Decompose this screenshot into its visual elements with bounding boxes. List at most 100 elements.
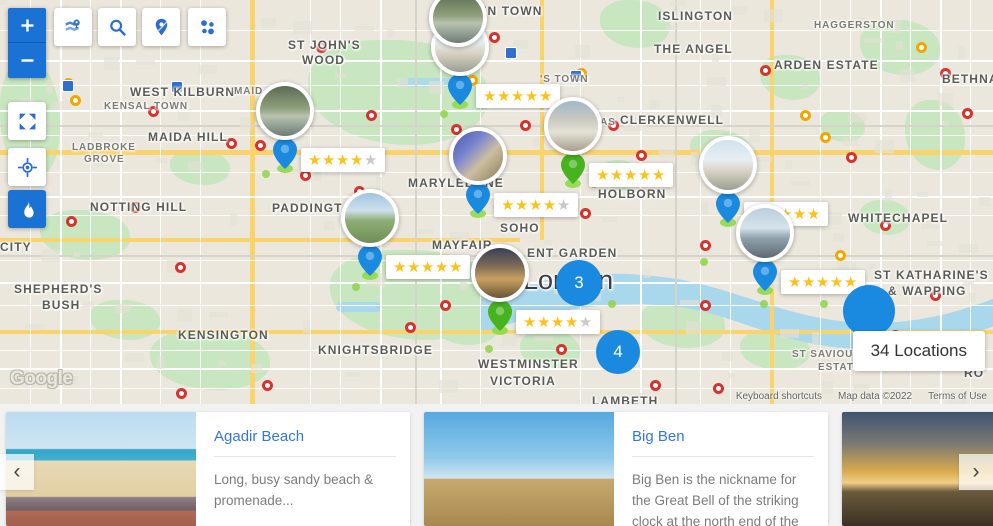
carousel-prev-button[interactable]: ‹ xyxy=(0,454,34,490)
tube-station-icon xyxy=(556,344,567,355)
map-label: SHEPHERD'S xyxy=(14,282,103,296)
star-icon: ★ xyxy=(514,197,529,214)
star-icon: ★ xyxy=(596,167,610,184)
keyboard-shortcuts-link[interactable]: Keyboard shortcuts xyxy=(736,391,822,402)
poi-photo xyxy=(345,193,395,243)
place-card-body: Agadir Beach Long, busy sandy beach & pro… xyxy=(196,412,410,526)
map-label: WHITECHAPEL xyxy=(848,211,949,225)
place-card-description: Big Ben is the nickname for the Great Be… xyxy=(632,472,799,526)
locate-icon xyxy=(17,157,37,177)
poi-rating: ★★★★★ xyxy=(301,148,385,172)
tube-station-icon xyxy=(175,262,186,273)
star-icon: ★ xyxy=(420,259,435,276)
star-icon: ★ xyxy=(637,167,652,184)
star-icon: ★ xyxy=(564,314,579,331)
star-icon: ★ xyxy=(308,152,322,169)
explore-icon xyxy=(65,19,80,31)
heat-dot xyxy=(700,258,708,266)
heatmap-button[interactable] xyxy=(8,190,46,228)
star-icon: ★ xyxy=(623,167,638,184)
map-data-text: Map data ©2022 xyxy=(838,391,913,402)
tube-station-icon xyxy=(636,150,647,161)
map-label: CLERKENWELL xyxy=(620,113,725,127)
map-label: MAIDA HILL xyxy=(148,130,228,144)
heat-dot xyxy=(440,110,448,118)
poi-thumbnail[interactable] xyxy=(341,189,399,247)
tube-station-icon xyxy=(405,322,416,333)
poi-thumbnail[interactable] xyxy=(471,244,529,302)
map-label: BUSH xyxy=(42,298,81,312)
map-pin-icon[interactable] xyxy=(273,138,297,169)
heat-dot xyxy=(485,345,493,353)
google-logo: Google xyxy=(10,368,73,389)
map-pin-icon[interactable] xyxy=(716,192,740,223)
star-icon: ★ xyxy=(349,152,364,169)
star-icon: ★ xyxy=(806,206,821,223)
map-label: WOOD xyxy=(302,53,346,67)
place-card-image xyxy=(6,412,196,526)
search-map-button[interactable] xyxy=(98,8,136,46)
zoom-out-button[interactable] xyxy=(8,43,46,78)
place-card[interactable]: Big Ben Big Ben is the nickname for the G… xyxy=(424,412,828,526)
place-card-title[interactable]: Big Ben xyxy=(632,428,814,457)
add-marker-button[interactable] xyxy=(142,8,180,46)
star-icon: ★ xyxy=(335,152,350,169)
poi-photo xyxy=(260,86,310,136)
poi-rating: ★★★★★ xyxy=(516,310,600,334)
poi-thumbnail[interactable] xyxy=(449,127,507,185)
poi-thumbnail[interactable] xyxy=(699,136,757,194)
tube-station-icon xyxy=(520,120,531,131)
star-icon: ★ xyxy=(542,197,557,214)
star-icon: ★ xyxy=(788,274,802,291)
carousel-next-button[interactable]: › xyxy=(959,454,993,490)
locations-count-badge[interactable]: 34 Locations xyxy=(852,331,985,371)
tube-station-icon xyxy=(760,65,771,76)
poi-thumbnail[interactable] xyxy=(544,97,602,155)
map-label: SOHO xyxy=(500,221,540,235)
star-icon: ★ xyxy=(609,167,624,184)
map-label: WEST KILBURN xyxy=(130,85,236,99)
explore-map-button[interactable] xyxy=(54,8,92,46)
map-label: ISLINGTON xyxy=(658,9,734,23)
heat-dot xyxy=(820,300,828,308)
map-pin-icon[interactable] xyxy=(448,74,472,105)
cluster-3[interactable]: 3 xyxy=(556,260,602,306)
poi-rating: ★★★★★ xyxy=(476,84,560,108)
star-icon: ★ xyxy=(524,88,539,105)
map-label: KENSAL TOWN xyxy=(104,101,188,112)
poi-thumbnail[interactable] xyxy=(736,204,794,262)
card-track: Agadir Beach Long, busy sandy beach & pro… xyxy=(0,412,993,526)
map-pin-icon[interactable] xyxy=(753,260,777,291)
map-label: KENSINGTON xyxy=(178,328,269,342)
poi-photo xyxy=(740,208,790,258)
cluster-toggle-button[interactable] xyxy=(188,8,226,46)
place-card-title[interactable]: Agadir Beach xyxy=(214,428,396,457)
place-card[interactable]: Agadir Beach Long, busy sandy beach & pro… xyxy=(6,412,410,526)
map-pin-icon[interactable] xyxy=(488,300,512,331)
cluster-big[interactable] xyxy=(843,285,895,337)
map-pin-icon[interactable] xyxy=(466,183,490,214)
map-pin-icon[interactable] xyxy=(358,245,382,276)
terms-of-use-link[interactable]: Terms of Use xyxy=(928,391,987,402)
plus-icon xyxy=(21,19,33,31)
map-label: PADDINGT xyxy=(272,201,343,215)
tube-station-icon xyxy=(70,95,81,106)
star-icon: ★ xyxy=(651,167,666,184)
poi-thumbnail[interactable] xyxy=(256,82,314,140)
fullscreen-button[interactable] xyxy=(8,102,46,140)
tube-station-icon xyxy=(835,250,846,261)
map-pin-icon[interactable] xyxy=(561,153,585,184)
my-location-button[interactable] xyxy=(8,148,46,186)
star-icon: ★ xyxy=(550,314,565,331)
zoom-controls[interactable] xyxy=(8,8,46,78)
star-icon: ★ xyxy=(501,197,515,214)
rail-station-icon xyxy=(62,80,74,92)
cluster-4[interactable]: 4 xyxy=(596,330,640,374)
place-cards-carousel[interactable]: Agadir Beach Long, busy sandy beach & pro… xyxy=(0,404,993,526)
star-icon: ★ xyxy=(792,206,807,223)
fullscreen-icon xyxy=(19,113,35,129)
minus-icon xyxy=(21,59,33,62)
tube-station-icon xyxy=(255,140,266,151)
map-canvas[interactable]: CAMDEN TOWN ST JOHN'S WOOD ISLINGTON HAGGERS… xyxy=(0,0,993,404)
zoom-in-button[interactable] xyxy=(8,8,46,43)
